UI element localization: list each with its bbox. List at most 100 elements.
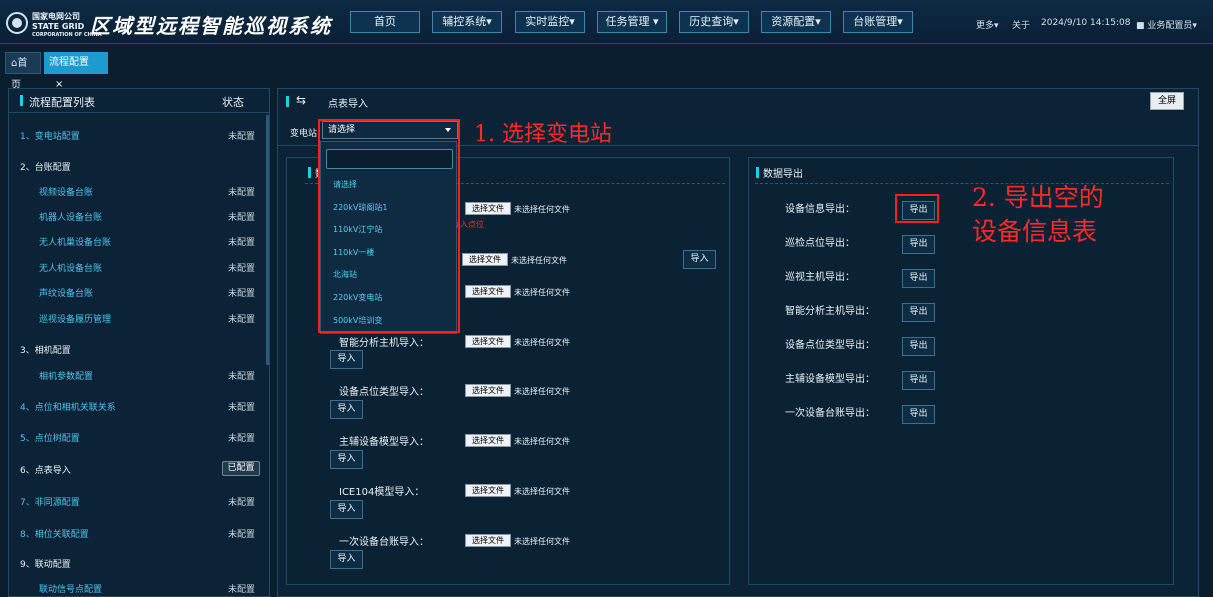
choose-file-button[interactable]: 选择文件 — [465, 534, 511, 547]
export-button[interactable]: 导出 — [902, 269, 935, 288]
tab-bar: ⌂首页 流程配置 × — [0, 48, 1213, 91]
export-row-label: 设备信息导出： — [785, 204, 855, 215]
no-file-text: 未选择任何文件 — [514, 387, 570, 396]
about-link[interactable]: 关于 — [1012, 18, 1030, 31]
choose-file-button[interactable]: 选择文件 — [465, 484, 511, 497]
section-accent-bar — [308, 167, 311, 178]
export-button[interactable]: 导出 — [902, 337, 935, 356]
flow-config-row-label[interactable]: 7、非同源配置 — [20, 495, 80, 508]
export-row-label: 一次设备台账导出： — [785, 408, 875, 419]
user-icon: ■ — [1136, 21, 1145, 31]
app-header: 国家电网公司 STATE GRID CORPORATION OF CHINA 区… — [0, 0, 1213, 44]
export-row-label: 设备点位类型导出： — [785, 340, 875, 351]
nav-home[interactable]: 首页 — [350, 11, 420, 33]
status-text: 未配置 — [228, 238, 256, 248]
no-file-text: 未选择任何文件 — [511, 256, 567, 265]
status-text: 未配置 — [228, 434, 256, 444]
no-file-text: 未选择任何文件 — [514, 205, 570, 214]
import-row-label: ICE104模型导入： — [339, 487, 425, 498]
import-button[interactable]: 导入 — [330, 550, 363, 569]
flow-config-row-label: 6、点表导入 — [20, 466, 71, 476]
flow-config-row-label[interactable]: 8、相位关联配置 — [20, 527, 89, 540]
export-row-label: 巡视主机导出： — [785, 272, 855, 283]
nav-ledger-management[interactable]: 台账管理▾ — [843, 11, 913, 33]
section-divider — [755, 183, 1169, 184]
export-row-label: 智能分析主机导出： — [785, 306, 875, 317]
flow-config-list-panel: 流程配置列表 状态 1、变电站配置 未配置 2、台账配置 视频设备台账 未配置 机器人设备… — [8, 88, 270, 597]
user-menu[interactable]: ■ 业务配置员▾ — [1136, 18, 1197, 31]
import-button[interactable]: 导入 — [330, 450, 363, 469]
system-title: 区域型远程智能巡视系统 — [90, 14, 332, 38]
status-text: 未配置 — [228, 403, 256, 413]
choose-file-button[interactable]: 选择文件 — [465, 285, 511, 298]
choose-file-button[interactable]: 选择文件 — [462, 253, 508, 266]
annotation-box-export-button — [895, 194, 939, 223]
no-file-text: 未选择任何文件 — [514, 338, 570, 347]
flow-config-row-label[interactable]: 视频设备台账 — [39, 185, 93, 198]
import-row-label: 设备点位类型导入： — [339, 387, 429, 398]
station-label: 变电站 — [290, 129, 318, 139]
panel-title: 点表导入 — [328, 99, 368, 110]
flow-config-row-label[interactable]: 相机参数配置 — [39, 369, 93, 382]
status-text: 未配置 — [228, 585, 256, 595]
import-button[interactable]: 导入 — [683, 250, 716, 269]
nav-history-query[interactable]: 历史查询▾ — [679, 11, 749, 33]
choose-file-button[interactable]: 选择文件 — [465, 335, 511, 348]
nav-task-management[interactable]: 任务管理 ▾ — [597, 11, 667, 33]
annotation-step-2-line-2: 设备信息表 — [972, 217, 1098, 246]
flow-config-row-label[interactable]: 联动信号点配置 — [39, 582, 102, 595]
choose-file-button[interactable]: 选择文件 — [465, 202, 511, 215]
flow-config-list-header: 流程配置列表 状态 — [9, 89, 269, 113]
tab-home[interactable]: ⌂首页 — [5, 52, 41, 91]
choose-file-button[interactable]: 选择文件 — [465, 384, 511, 397]
status-text: 未配置 — [228, 498, 256, 508]
status-text: 未配置 — [228, 188, 256, 198]
annotation-step-1: 1. 选择变电站 — [474, 122, 612, 147]
fullscreen-button[interactable]: 全屏 — [1150, 92, 1184, 110]
flow-config-row-label[interactable]: 无人机设备台账 — [39, 261, 102, 274]
status-column-header: 状态 — [222, 96, 244, 109]
import-row-label: 一次设备台账导入： — [339, 537, 429, 548]
export-button[interactable]: 导出 — [902, 235, 935, 254]
nav-resource-config[interactable]: 资源配置▾ — [761, 11, 831, 33]
status-text: 未配置 — [228, 132, 256, 142]
export-button[interactable]: 导出 — [902, 303, 935, 322]
tab-flow-config[interactable]: 流程配置 × — [44, 52, 108, 90]
export-button[interactable]: 导出 — [902, 405, 935, 424]
status-text: 未配置 — [228, 264, 256, 274]
status-text: 未配置 — [228, 315, 256, 325]
flow-config-row-label[interactable]: 4、点位和相机关联关系 — [20, 400, 116, 413]
status-text: 未配置 — [228, 289, 256, 299]
more-menu[interactable]: 更多▾ — [976, 18, 999, 31]
annotation-box-station-select — [318, 119, 460, 333]
left-panel-scrollbar[interactable] — [266, 115, 269, 365]
status-text: 未配置 — [228, 372, 256, 382]
data-export-section: 数据导出 设备信息导出： 导出 巡检点位导出： 导出 巡视主机导出： 导出 智能分析主机导出… — [748, 157, 1174, 585]
nav-realtime-monitor[interactable]: 实时监控▾ — [515, 11, 585, 33]
import-button[interactable]: 导入 — [330, 350, 363, 369]
state-grid-logo-icon — [6, 12, 28, 34]
flow-config-row-label: 2、台账配置 — [20, 163, 71, 173]
flow-config-row-label[interactable]: 机器人设备台账 — [39, 210, 102, 223]
status-badge-configured: 已配置 — [222, 461, 260, 476]
annotation-step-2-line-1: 2. 导出空的 — [972, 183, 1104, 212]
user-name: 业务配置员▾ — [1147, 21, 1197, 31]
flow-config-row-label[interactable]: 5、点位树配置 — [20, 431, 80, 444]
flow-config-row-label: 3、相机配置 — [20, 346, 71, 356]
flow-config-row-label[interactable]: 巡视设备履历管理 — [39, 312, 111, 325]
import-button[interactable]: 导入 — [330, 500, 363, 519]
flow-config-row-label[interactable]: 1、变电站配置 — [20, 129, 80, 142]
section-accent-bar — [756, 167, 759, 178]
title-accent-bar — [286, 96, 289, 107]
status-text: 未配置 — [228, 530, 256, 540]
export-section-title: 数据导出 — [763, 169, 803, 180]
swap-arrows-icon[interactable]: ⇆ — [296, 93, 306, 107]
nav-auxiliary-control[interactable]: 辅控系统▾ — [432, 11, 502, 33]
flow-config-row-label[interactable]: 无人机巢设备台账 — [39, 235, 111, 248]
import-button[interactable]: 导入 — [330, 400, 363, 419]
export-button[interactable]: 导出 — [902, 371, 935, 390]
status-text: 未配置 — [228, 213, 256, 223]
title-accent-bar — [20, 95, 23, 106]
flow-config-row-label[interactable]: 声纹设备台账 — [39, 286, 93, 299]
choose-file-button[interactable]: 选择文件 — [465, 434, 511, 447]
